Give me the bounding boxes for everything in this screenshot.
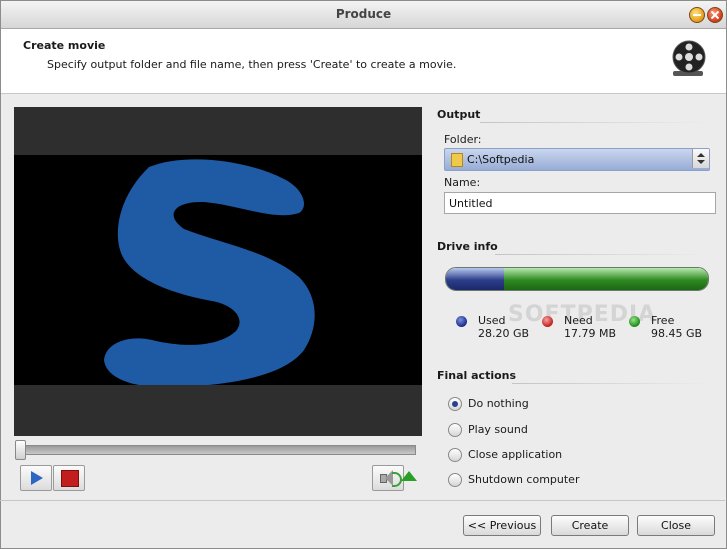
option-close-application[interactable]: Close application	[468, 448, 562, 461]
drive-info-divider	[495, 254, 708, 255]
folder-icon	[451, 153, 463, 167]
window-title: Produce	[335, 7, 392, 21]
need-value: 17.79 MB	[564, 327, 617, 340]
used-value: 28.20 GB	[478, 327, 530, 340]
minimize-button[interactable]	[689, 7, 705, 23]
close-button[interactable]: Close	[637, 515, 715, 536]
final-actions-heading: Final actions	[437, 369, 517, 382]
output-heading: Output	[437, 108, 481, 121]
previous-button[interactable]: << Previous	[463, 515, 541, 536]
stop-button[interactable]	[53, 465, 85, 491]
header-title: Create movie	[23, 39, 106, 52]
folder-dropdown-spinner[interactable]	[692, 149, 709, 168]
stop-icon	[61, 470, 79, 487]
used-label: Used	[478, 314, 506, 327]
free-value: 98.45 GB	[651, 327, 703, 340]
seek-slider[interactable]	[15, 440, 416, 460]
close-window-button[interactable]	[707, 7, 723, 23]
drive-free-segment	[503, 268, 708, 290]
name-field[interactable]	[444, 192, 716, 214]
video-frame	[14, 155, 422, 385]
radio-shutdown-computer[interactable]	[448, 473, 462, 487]
option-do-nothing[interactable]: Do nothing	[468, 397, 529, 410]
need-label: Need	[564, 314, 593, 327]
folder-value: C:\Softpedia	[467, 153, 535, 166]
drive-info-heading: Drive info	[437, 240, 498, 253]
name-label: Name:	[444, 176, 481, 189]
header-subtitle: Specify output folder and file name, the…	[47, 58, 457, 71]
title-bar: Produce	[1, 1, 726, 29]
output-divider	[480, 122, 708, 123]
volume-triangle-icon[interactable]	[401, 471, 417, 481]
play-button[interactable]	[20, 465, 52, 491]
drive-usage-bar	[445, 267, 709, 291]
create-button[interactable]: Create	[551, 515, 629, 536]
radio-do-nothing[interactable]	[448, 397, 462, 411]
film-reel-icon	[672, 40, 706, 76]
folder-select[interactable]: C:\Softpedia	[444, 148, 710, 171]
play-icon	[31, 471, 43, 485]
need-legend-dot	[542, 316, 553, 327]
used-legend-dot	[456, 316, 467, 327]
drive-used-segment	[446, 268, 504, 290]
free-legend-dot	[629, 316, 640, 327]
seek-slider-thumb[interactable]	[15, 440, 26, 460]
free-label: Free	[651, 314, 675, 327]
radio-play-sound[interactable]	[448, 423, 462, 437]
volume-button[interactable]	[372, 465, 404, 491]
preview-image	[104, 159, 315, 385]
option-play-sound[interactable]: Play sound	[468, 423, 528, 436]
radio-close-application[interactable]	[448, 448, 462, 462]
video-preview	[14, 107, 422, 436]
wizard-header: Create movie Specify output folder and f…	[1, 29, 726, 94]
option-shutdown-computer[interactable]: Shutdown computer	[468, 473, 579, 486]
footer-divider	[0, 500, 725, 501]
folder-label: Folder:	[444, 133, 482, 146]
final-actions-divider	[512, 383, 708, 384]
